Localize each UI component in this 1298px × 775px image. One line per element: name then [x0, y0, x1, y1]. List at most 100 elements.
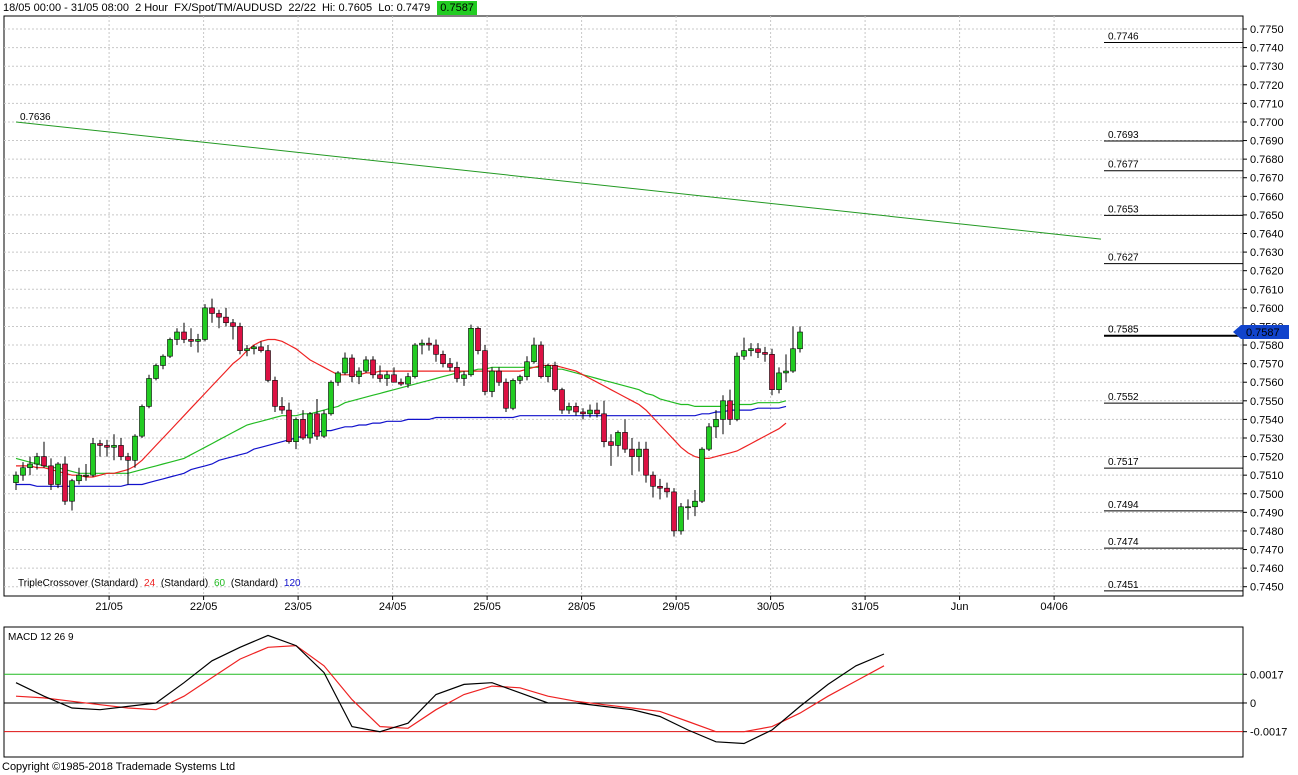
- price-tick-label: 0.7600: [1250, 303, 1284, 315]
- candle-up: [111, 445, 117, 448]
- candle-down: [258, 346, 264, 351]
- candle-up: [734, 355, 740, 420]
- price-tick-label: 0.7470: [1250, 545, 1284, 557]
- last-price-label: 0.7587: [1246, 327, 1280, 339]
- candle-down: [188, 339, 194, 342]
- candle-up: [195, 339, 201, 342]
- macd-label: MACD 12 26 9: [8, 632, 74, 643]
- level-label: 0.7693: [1108, 130, 1139, 141]
- candle-up: [244, 348, 250, 351]
- candle-up: [356, 370, 362, 377]
- date-tick-label: Jun: [951, 601, 969, 613]
- candle-up: [524, 361, 530, 377]
- candle-up: [202, 307, 208, 340]
- price-tick-label: 0.7460: [1250, 563, 1284, 575]
- candle-down: [755, 348, 761, 353]
- candle-down: [664, 487, 670, 493]
- price-tick-label: 0.7500: [1250, 489, 1284, 501]
- candle-up: [461, 374, 467, 379]
- price-tick-label: 0.7650: [1250, 210, 1284, 222]
- candle-down: [370, 359, 376, 376]
- level-label: 0.7677: [1108, 160, 1139, 171]
- indicator-param-24: 24: [144, 578, 156, 589]
- candle-down: [265, 350, 271, 381]
- price-tick-label: 0.7580: [1250, 340, 1284, 352]
- candle-up: [685, 506, 691, 509]
- candle-down: [62, 463, 68, 502]
- indicator-param-60-suffix: (Standard): [231, 578, 278, 589]
- indicator-param-120: 120: [284, 578, 301, 589]
- candle-up: [55, 463, 61, 485]
- candle-down: [622, 432, 628, 450]
- candle-down: [216, 313, 222, 318]
- candle-down: [762, 352, 768, 355]
- candle-up: [678, 506, 684, 532]
- candle-up: [517, 376, 523, 381]
- date-tick-label: 30/05: [757, 601, 785, 613]
- candle-up: [776, 372, 782, 390]
- candle-down: [426, 342, 432, 346]
- date-tick-label: 04/06: [1040, 601, 1068, 613]
- price-tick-label: 0.7670: [1250, 173, 1284, 185]
- date-axis: 21/05 22/05 23/05 24/05 25/05 28/05 29/05 30/05…: [95, 596, 1068, 613]
- candle-up: [566, 406, 572, 411]
- candle-up: [636, 448, 642, 457]
- candle-down: [552, 365, 558, 390]
- price-tick-label: 0.7730: [1250, 61, 1284, 73]
- price-tick-label: 0.7490: [1250, 507, 1284, 519]
- date-tick-label: 21/05: [95, 601, 123, 613]
- price-tick-label: 0.7480: [1250, 526, 1284, 538]
- candle-down: [349, 357, 355, 377]
- candle-up: [146, 378, 152, 407]
- candle-up: [468, 328, 474, 376]
- candle-up: [167, 339, 173, 357]
- candle-down: [433, 344, 439, 355]
- candle-down: [125, 456, 131, 461]
- candle-down: [237, 326, 243, 351]
- price-tick-label: 0.7640: [1250, 229, 1284, 241]
- candle-up: [307, 413, 313, 439]
- candle-down: [286, 409, 292, 443]
- candle-down: [398, 381, 404, 385]
- candle-down: [118, 445, 124, 457]
- macd-tick-label: 0.0017: [1250, 669, 1284, 681]
- price-tick-label: 0.7700: [1250, 117, 1284, 129]
- price-tick-label: 0.7660: [1250, 191, 1284, 203]
- candle-down: [727, 400, 733, 420]
- candle-up: [797, 331, 803, 350]
- candle-down: [300, 419, 306, 439]
- candle-down: [608, 441, 614, 446]
- candle-up: [293, 419, 299, 443]
- candle-down: [538, 344, 544, 377]
- copyright-footer: Copyright ©1985-2018 Trademade Systems L…: [2, 761, 236, 773]
- candle-down: [454, 367, 460, 379]
- trendline-label: 0.7636: [20, 112, 51, 123]
- candle-down: [769, 354, 775, 390]
- candle-up: [783, 370, 789, 374]
- price-tick-label: 0.7720: [1250, 80, 1284, 92]
- date-tick-label: 29/05: [662, 601, 690, 613]
- date-tick-label: 25/05: [473, 601, 501, 613]
- candle-up: [699, 448, 705, 502]
- indicator-param-60: 60: [214, 578, 226, 589]
- candle-down: [279, 406, 285, 411]
- candle-up: [510, 380, 516, 409]
- candle-up: [545, 365, 551, 377]
- level-label: 0.7517: [1108, 457, 1139, 468]
- price-tick-label: 0.7560: [1250, 377, 1284, 389]
- candle-down: [223, 316, 229, 324]
- level-label: 0.7585: [1108, 325, 1139, 336]
- candle-up: [83, 474, 89, 477]
- price-tick-label: 0.7540: [1250, 414, 1284, 426]
- level-label: 0.7494: [1108, 500, 1139, 511]
- indicator-param-24-suffix: (Standard): [161, 578, 208, 589]
- candle-up: [132, 435, 138, 461]
- candle-down: [475, 328, 481, 351]
- candle-down: [314, 413, 320, 437]
- candle-up: [615, 432, 621, 446]
- candle-down: [657, 486, 663, 489]
- price-tick-label: 0.7520: [1250, 452, 1284, 464]
- candle-down: [447, 363, 453, 368]
- candle-up: [790, 348, 796, 372]
- candle-down: [41, 456, 47, 467]
